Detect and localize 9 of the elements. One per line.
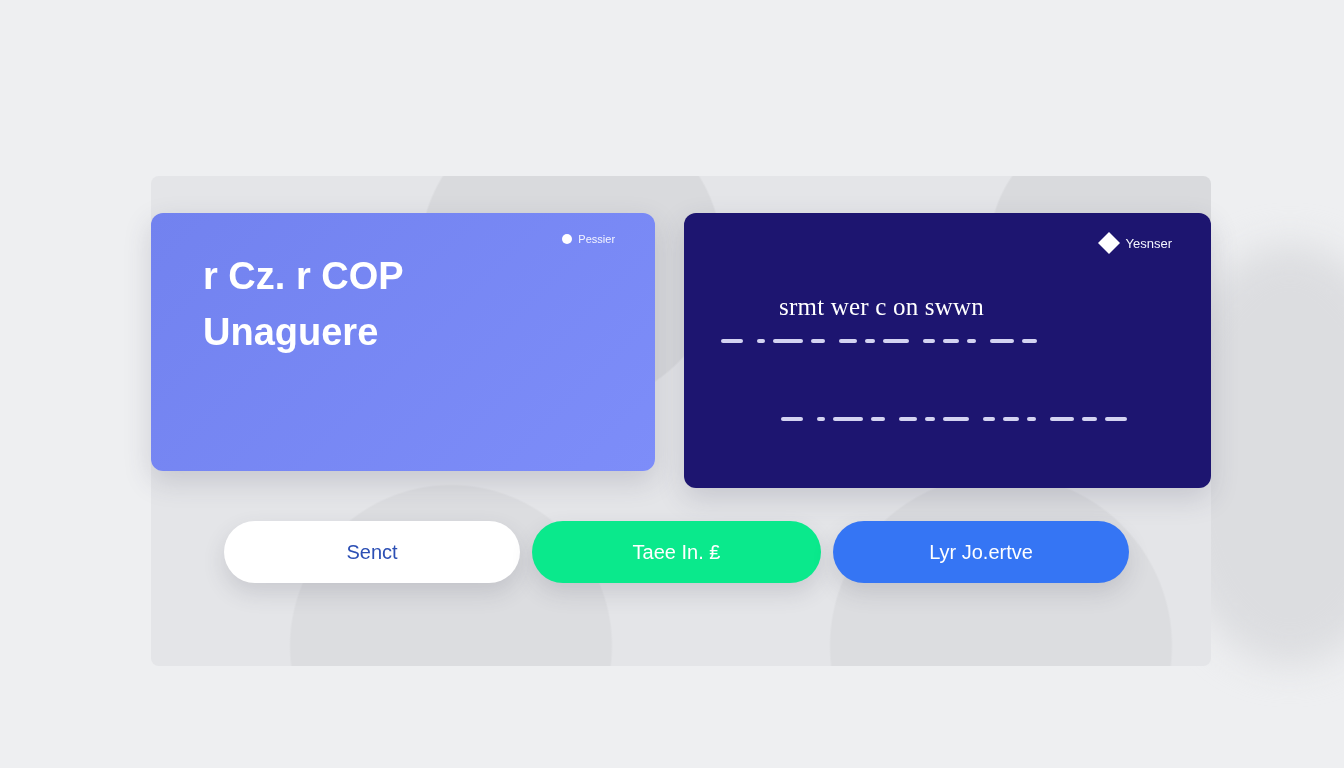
card-tag: Yesnser [1125,235,1172,251]
pill-button[interactable]: Lyr Jo.ertve [833,521,1129,583]
diamond-icon [1097,232,1120,254]
pill-button[interactable]: Senct [224,521,520,583]
card-tag: Pessier [578,233,616,245]
card-title: r Cz. r COP [203,255,404,297]
card-title: Unaguere [203,311,379,353]
card-title: srmt wer c on swwn [779,294,984,320]
dot-icon [562,234,573,244]
